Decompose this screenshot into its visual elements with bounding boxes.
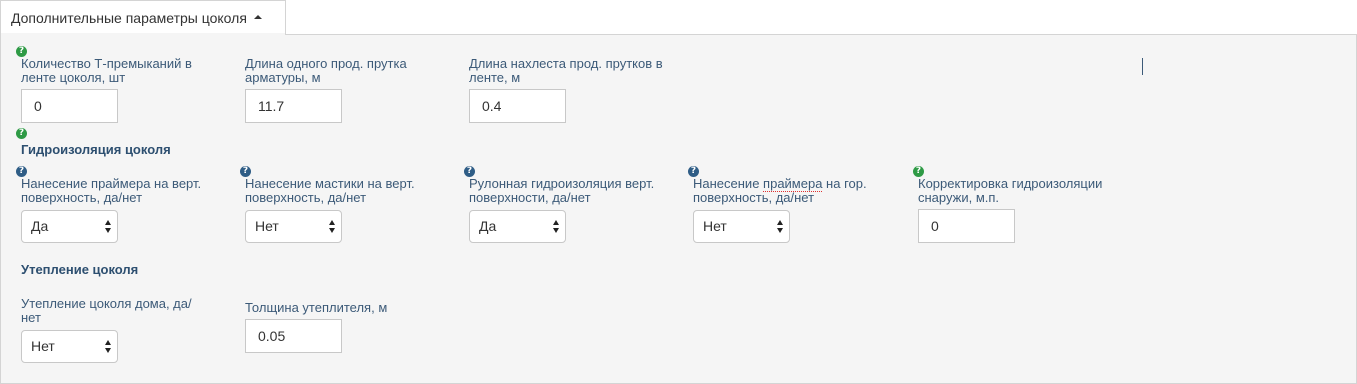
select-arrows-icon xyxy=(553,220,560,234)
primer-horiz-value: Нет xyxy=(703,218,727,234)
text-cursor xyxy=(1142,58,1143,75)
primer-vert-select[interactable]: Да xyxy=(21,210,118,243)
insulation-thickness-label: Толщина утеплителя, м xyxy=(245,300,388,315)
waterproofing-title: Гидроизоляция цоколя xyxy=(21,142,171,157)
primer-horiz-label: Нанесение праймера на гор. поверхность, … xyxy=(693,176,867,205)
plinth-insulation-label: Утепление цоколя дома, да/нет xyxy=(21,296,192,325)
caret-up-icon xyxy=(253,15,262,20)
plinth-insulation-select[interactable]: Нет xyxy=(21,330,118,363)
t-junctions-label: Количество Т-премыканий в ленте цоколя, … xyxy=(21,56,192,85)
plinth-insulation-value: Нет xyxy=(31,338,55,354)
roll-vert-label: Рулонная гидроизоляция верт. поверхности… xyxy=(469,176,655,205)
select-arrows-icon xyxy=(105,220,112,234)
mastic-vert-select[interactable]: Нет xyxy=(245,210,342,243)
outside-correction-label: Корректировка гидроизоляции снаружи, м.п… xyxy=(918,176,1103,205)
roll-vert-select[interactable]: Да xyxy=(469,210,566,243)
overlap-length-label: Длина нахлеста прод. прутков в ленте, м xyxy=(469,56,663,85)
select-arrows-icon xyxy=(329,220,336,234)
select-arrows-icon xyxy=(105,340,112,354)
insulation-title: Утепление цоколя xyxy=(21,262,139,277)
rebar-length-input[interactable]: 11.7 xyxy=(245,89,342,123)
tab-joint xyxy=(1,33,285,35)
primer-horiz-select[interactable]: Нет xyxy=(693,210,790,243)
insulation-thickness-input[interactable]: 0.05 xyxy=(245,319,342,353)
select-arrows-icon xyxy=(777,220,784,234)
roll-vert-value: Да xyxy=(479,218,497,234)
t-junctions-input[interactable]: 0 xyxy=(21,89,118,123)
rebar-length-label: Длина одного прод. прутка арматуры, м xyxy=(245,56,407,85)
mastic-vert-label: Нанесение мастики на верт. поверхность, … xyxy=(245,176,415,205)
tab-extra-plinth-params[interactable]: Дополнительные параметры цоколя xyxy=(0,0,286,34)
mastic-vert-value: Нет xyxy=(255,218,279,234)
outside-correction-input[interactable]: 0 xyxy=(918,209,1015,243)
help-icon[interactable]: ? xyxy=(16,128,27,139)
primer-vert-label: Нанесение праймера на верт. поверхность,… xyxy=(21,176,202,205)
overlap-length-input[interactable]: 0.4 xyxy=(469,89,566,123)
primer-vert-value: Да xyxy=(31,218,49,234)
tab-label: Дополнительные параметры цоколя xyxy=(11,10,247,26)
params-panel xyxy=(0,34,1357,384)
